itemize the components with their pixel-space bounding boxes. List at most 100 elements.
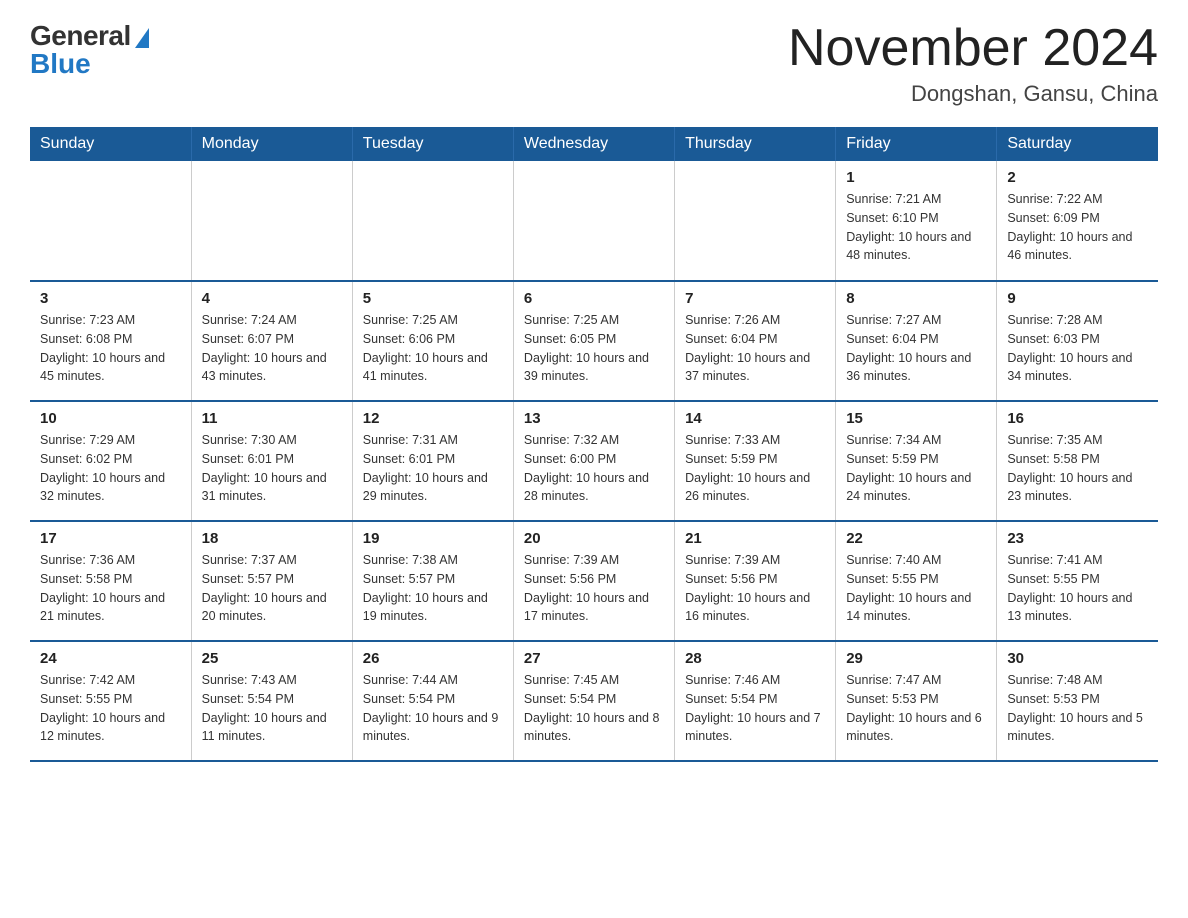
day-info: Sunrise: 7:33 AMSunset: 5:59 PMDaylight:… xyxy=(685,431,825,506)
day-info: Sunrise: 7:34 AMSunset: 5:59 PMDaylight:… xyxy=(846,431,986,506)
day-number: 10 xyxy=(40,410,181,427)
day-number: 28 xyxy=(685,650,825,667)
weekday-header-sunday: Sunday xyxy=(30,127,191,161)
weekday-header-thursday: Thursday xyxy=(675,127,836,161)
day-info: Sunrise: 7:26 AMSunset: 6:04 PMDaylight:… xyxy=(685,311,825,386)
calendar-cell: 1 Sunrise: 7:21 AMSunset: 6:10 PMDaylight… xyxy=(836,161,997,281)
logo: General Blue xyxy=(30,20,149,80)
calendar-week-row: 24 Sunrise: 7:42 AMSunset: 5:55 PMDayligh… xyxy=(30,641,1158,761)
calendar-table: SundayMondayTuesdayWednesdayThursdayFrid… xyxy=(30,127,1158,762)
day-info: Sunrise: 7:39 AMSunset: 5:56 PMDaylight:… xyxy=(685,551,825,626)
day-number: 22 xyxy=(846,530,986,547)
day-info: Sunrise: 7:38 AMSunset: 5:57 PMDaylight:… xyxy=(363,551,503,626)
calendar-cell: 9 Sunrise: 7:28 AMSunset: 6:03 PMDaylight… xyxy=(997,281,1158,401)
calendar-cell: 20Sunrise: 7:39 AMSunset: 5:56 PMDayligh… xyxy=(513,521,674,641)
calendar-cell: 21Sunrise: 7:39 AMSunset: 5:56 PMDayligh… xyxy=(675,521,836,641)
calendar-cell xyxy=(30,161,191,281)
calendar-cell: 16 Sunrise: 7:35 AMSunset: 5:58 PMDayligh… xyxy=(997,401,1158,521)
day-number: 6 xyxy=(524,290,664,307)
day-info: Sunrise: 7:28 AMSunset: 6:03 PMDaylight:… xyxy=(1007,311,1148,386)
calendar-cell: 2 Sunrise: 7:22 AMSunset: 6:09 PMDaylight… xyxy=(997,161,1158,281)
calendar-cell: 25 Sunrise: 7:43 AMSunset: 5:54 PMDayligh… xyxy=(191,641,352,761)
day-info: Sunrise: 7:25 AMSunset: 6:05 PMDaylight:… xyxy=(524,311,664,386)
day-number: 16 xyxy=(1007,410,1148,427)
day-info: Sunrise: 7:43 AMSunset: 5:54 PMDaylight:… xyxy=(202,671,342,746)
day-info: Sunrise: 7:27 AMSunset: 6:04 PMDaylight:… xyxy=(846,311,986,386)
day-info: Sunrise: 7:36 AMSunset: 5:58 PMDaylight:… xyxy=(40,551,181,626)
calendar-cell: 19 Sunrise: 7:38 AMSunset: 5:57 PMDayligh… xyxy=(352,521,513,641)
day-number: 19 xyxy=(363,530,503,547)
calendar-cell xyxy=(513,161,674,281)
calendar-cell xyxy=(191,161,352,281)
day-number: 13 xyxy=(524,410,664,427)
calendar-cell: 13 Sunrise: 7:32 AMSunset: 6:00 PMDayligh… xyxy=(513,401,674,521)
calendar-cell: 4Sunrise: 7:24 AMSunset: 6:07 PMDaylight… xyxy=(191,281,352,401)
calendar-week-row: 3 Sunrise: 7:23 AMSunset: 6:08 PMDaylight… xyxy=(30,281,1158,401)
calendar-week-row: 17 Sunrise: 7:36 AMSunset: 5:58 PMDayligh… xyxy=(30,521,1158,641)
calendar-cell: 22Sunrise: 7:40 AMSunset: 5:55 PMDayligh… xyxy=(836,521,997,641)
day-number: 1 xyxy=(846,169,986,186)
calendar-cell: 6 Sunrise: 7:25 AMSunset: 6:05 PMDaylight… xyxy=(513,281,674,401)
calendar-cell: 27 Sunrise: 7:45 AMSunset: 5:54 PMDayligh… xyxy=(513,641,674,761)
calendar-cell: 14Sunrise: 7:33 AMSunset: 5:59 PMDayligh… xyxy=(675,401,836,521)
day-info: Sunrise: 7:23 AMSunset: 6:08 PMDaylight:… xyxy=(40,311,181,386)
day-info: Sunrise: 7:21 AMSunset: 6:10 PMDaylight:… xyxy=(846,190,986,265)
calendar-cell: 29Sunrise: 7:47 AMSunset: 5:53 PMDayligh… xyxy=(836,641,997,761)
day-number: 8 xyxy=(846,290,986,307)
calendar-cell xyxy=(352,161,513,281)
day-number: 9 xyxy=(1007,290,1148,307)
calendar-cell: 7 Sunrise: 7:26 AMSunset: 6:04 PMDaylight… xyxy=(675,281,836,401)
weekday-header-row: SundayMondayTuesdayWednesdayThursdayFrid… xyxy=(30,127,1158,161)
day-info: Sunrise: 7:35 AMSunset: 5:58 PMDaylight:… xyxy=(1007,431,1148,506)
calendar-cell: 24 Sunrise: 7:42 AMSunset: 5:55 PMDayligh… xyxy=(30,641,191,761)
weekday-header-saturday: Saturday xyxy=(997,127,1158,161)
day-number: 24 xyxy=(40,650,181,667)
weekday-header-friday: Friday xyxy=(836,127,997,161)
title-block: November 2024 Dongshan, Gansu, China xyxy=(788,20,1158,107)
day-number: 25 xyxy=(202,650,342,667)
calendar-cell: 5 Sunrise: 7:25 AMSunset: 6:06 PMDaylight… xyxy=(352,281,513,401)
page-header: General Blue November 2024 Dongshan, Gan… xyxy=(30,20,1158,107)
day-info: Sunrise: 7:29 AMSunset: 6:02 PMDaylight:… xyxy=(40,431,181,506)
calendar-cell: 28 Sunrise: 7:46 AMSunset: 5:54 PMDayligh… xyxy=(675,641,836,761)
calendar-week-row: 10 Sunrise: 7:29 AMSunset: 6:02 PMDayligh… xyxy=(30,401,1158,521)
weekday-header-wednesday: Wednesday xyxy=(513,127,674,161)
day-number: 11 xyxy=(202,410,342,427)
calendar-location: Dongshan, Gansu, China xyxy=(788,81,1158,107)
day-info: Sunrise: 7:31 AMSunset: 6:01 PMDaylight:… xyxy=(363,431,503,506)
calendar-cell xyxy=(675,161,836,281)
day-number: 23 xyxy=(1007,530,1148,547)
calendar-cell: 3 Sunrise: 7:23 AMSunset: 6:08 PMDaylight… xyxy=(30,281,191,401)
day-info: Sunrise: 7:32 AMSunset: 6:00 PMDaylight:… xyxy=(524,431,664,506)
day-number: 7 xyxy=(685,290,825,307)
day-number: 12 xyxy=(363,410,503,427)
day-info: Sunrise: 7:22 AMSunset: 6:09 PMDaylight:… xyxy=(1007,190,1148,265)
day-number: 29 xyxy=(846,650,986,667)
calendar-cell: 8 Sunrise: 7:27 AMSunset: 6:04 PMDaylight… xyxy=(836,281,997,401)
day-number: 17 xyxy=(40,530,181,547)
day-number: 27 xyxy=(524,650,664,667)
day-info: Sunrise: 7:42 AMSunset: 5:55 PMDaylight:… xyxy=(40,671,181,746)
day-number: 3 xyxy=(40,290,181,307)
day-info: Sunrise: 7:25 AMSunset: 6:06 PMDaylight:… xyxy=(363,311,503,386)
logo-triangle-icon xyxy=(135,28,149,48)
calendar-cell: 12 Sunrise: 7:31 AMSunset: 6:01 PMDayligh… xyxy=(352,401,513,521)
day-info: Sunrise: 7:45 AMSunset: 5:54 PMDaylight:… xyxy=(524,671,664,746)
day-number: 2 xyxy=(1007,169,1148,186)
weekday-header-tuesday: Tuesday xyxy=(352,127,513,161)
weekday-header-monday: Monday xyxy=(191,127,352,161)
logo-blue-text: Blue xyxy=(30,48,91,80)
day-number: 18 xyxy=(202,530,342,547)
day-info: Sunrise: 7:46 AMSunset: 5:54 PMDaylight:… xyxy=(685,671,825,746)
day-number: 5 xyxy=(363,290,503,307)
calendar-title: November 2024 xyxy=(788,20,1158,77)
calendar-cell: 18Sunrise: 7:37 AMSunset: 5:57 PMDayligh… xyxy=(191,521,352,641)
day-info: Sunrise: 7:44 AMSunset: 5:54 PMDaylight:… xyxy=(363,671,503,746)
day-info: Sunrise: 7:41 AMSunset: 5:55 PMDaylight:… xyxy=(1007,551,1148,626)
calendar-cell: 10 Sunrise: 7:29 AMSunset: 6:02 PMDayligh… xyxy=(30,401,191,521)
day-number: 20 xyxy=(524,530,664,547)
calendar-cell: 26Sunrise: 7:44 AMSunset: 5:54 PMDayligh… xyxy=(352,641,513,761)
calendar-cell: 23 Sunrise: 7:41 AMSunset: 5:55 PMDayligh… xyxy=(997,521,1158,641)
day-number: 4 xyxy=(202,290,342,307)
calendar-cell: 17 Sunrise: 7:36 AMSunset: 5:58 PMDayligh… xyxy=(30,521,191,641)
